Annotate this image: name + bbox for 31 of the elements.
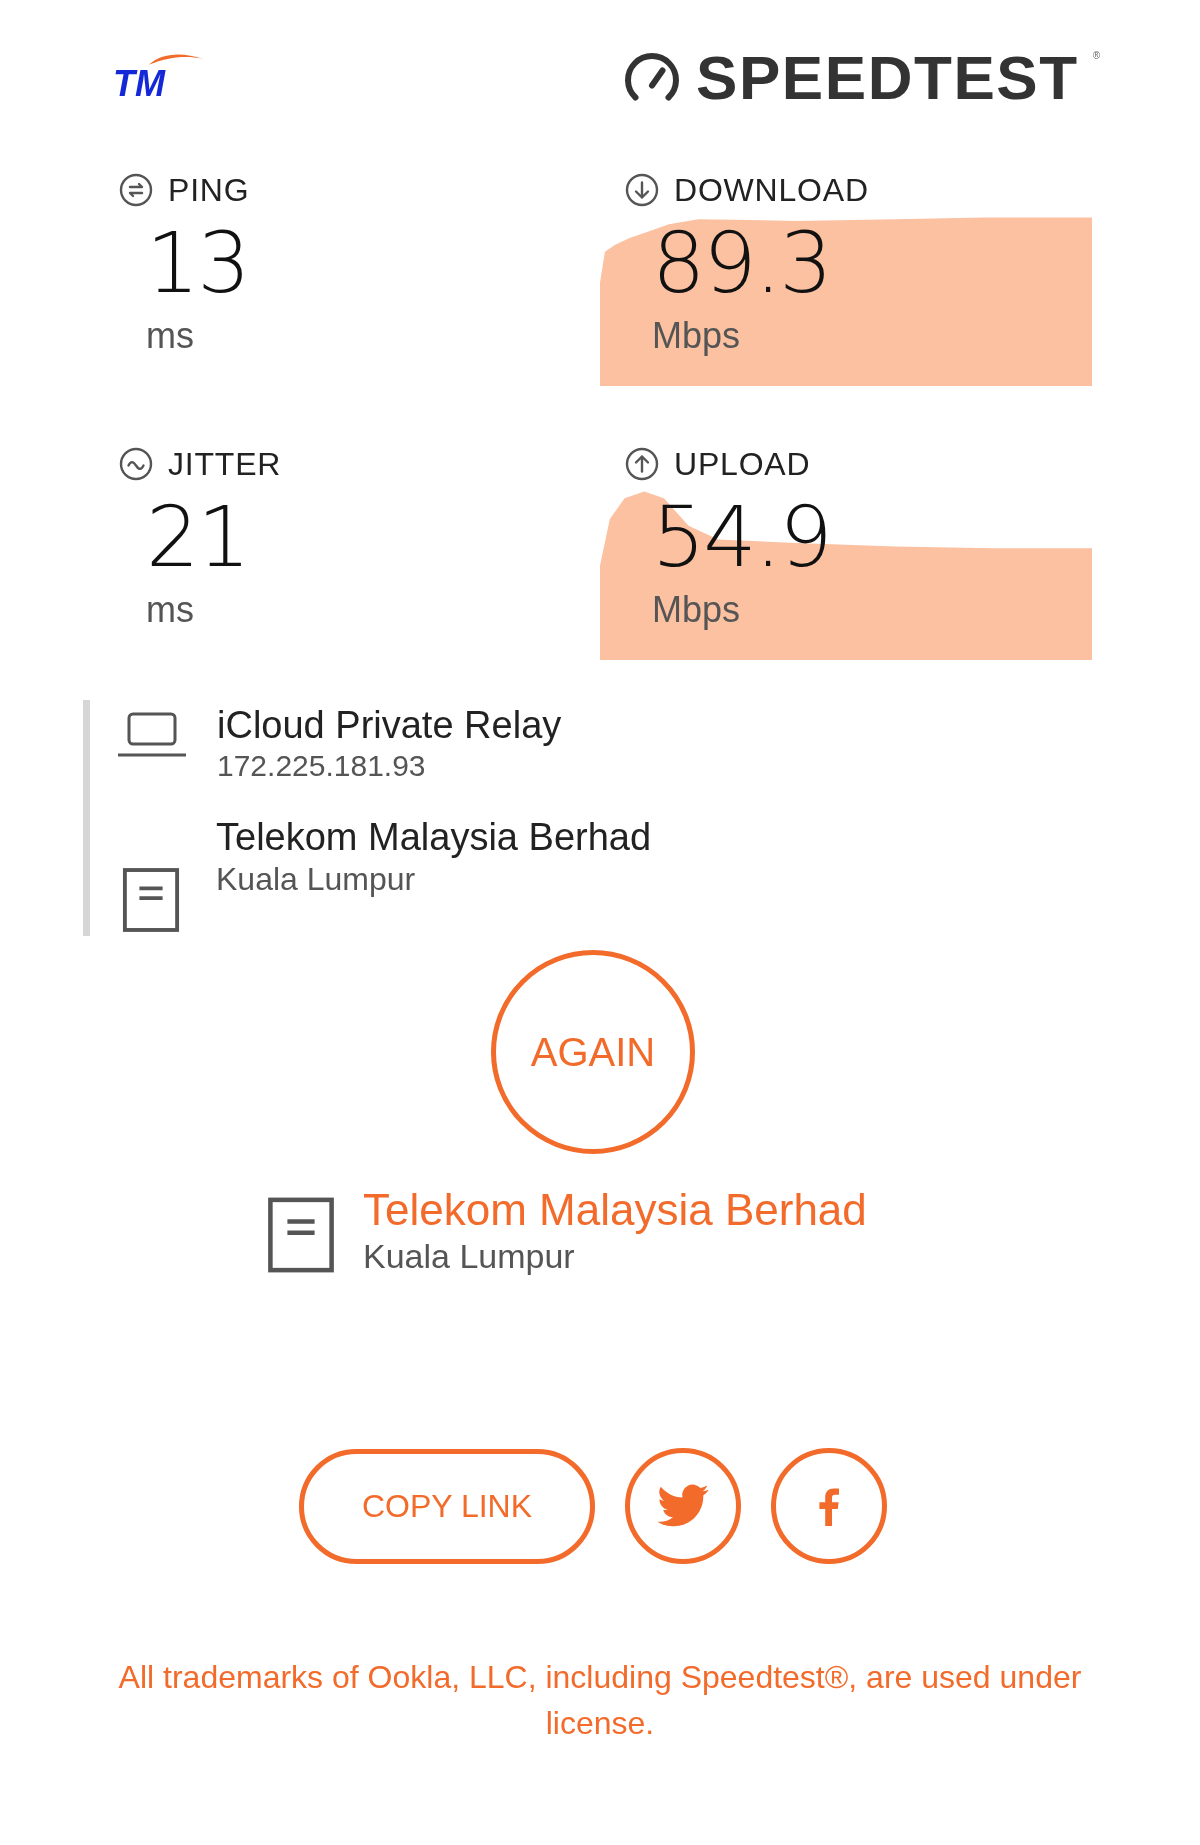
selected-server-location: Kuala Lumpur [363, 1236, 576, 1276]
server-name: Telekom Malaysia Berhad [216, 815, 652, 860]
upload-icon [624, 446, 660, 482]
brand-logo-text: TM [113, 65, 165, 103]
registered-mark: ® [1092, 49, 1100, 63]
jitter-icon [118, 446, 154, 482]
again-button[interactable]: AGAIN [491, 950, 695, 1154]
ping-icon [118, 172, 154, 208]
metric-unit: Mbps [652, 314, 741, 358]
trademark-notice: All trademarks of Ookla, LLC, including Speedtest®, are used under license. [117, 1658, 1083, 1743]
metric-value: 89.3 [652, 218, 831, 308]
selected-server-name[interactable]: Telekom Malaysia Berhad [363, 1184, 867, 1236]
server-location: Kuala Lumpur [216, 860, 417, 898]
metric-unit: Mbps [652, 588, 741, 632]
metric-label: UPLOAD [674, 445, 811, 484]
speedtest-logo-text: SPEEDTEST [696, 46, 1079, 110]
metric-label: PING [168, 171, 250, 210]
client-ip: 172.225.181.93 [217, 748, 427, 784]
laptop-icon [117, 712, 187, 758]
server-icon [267, 1196, 335, 1274]
metric-value: 54.9 [652, 492, 831, 582]
client-name: iCloud Private Relay [217, 703, 562, 748]
metric-label: DOWNLOAD [674, 171, 869, 210]
metric-unit: ms [146, 588, 194, 632]
copy-link-button[interactable]: COPY LINK [299, 1448, 595, 1564]
metric-value: 21 [146, 492, 249, 582]
download-icon [624, 172, 660, 208]
metric-unit: ms [146, 314, 194, 358]
server-icon [122, 866, 180, 934]
metric-value: 13 [146, 218, 249, 308]
metric-label: JITTER [168, 445, 282, 484]
